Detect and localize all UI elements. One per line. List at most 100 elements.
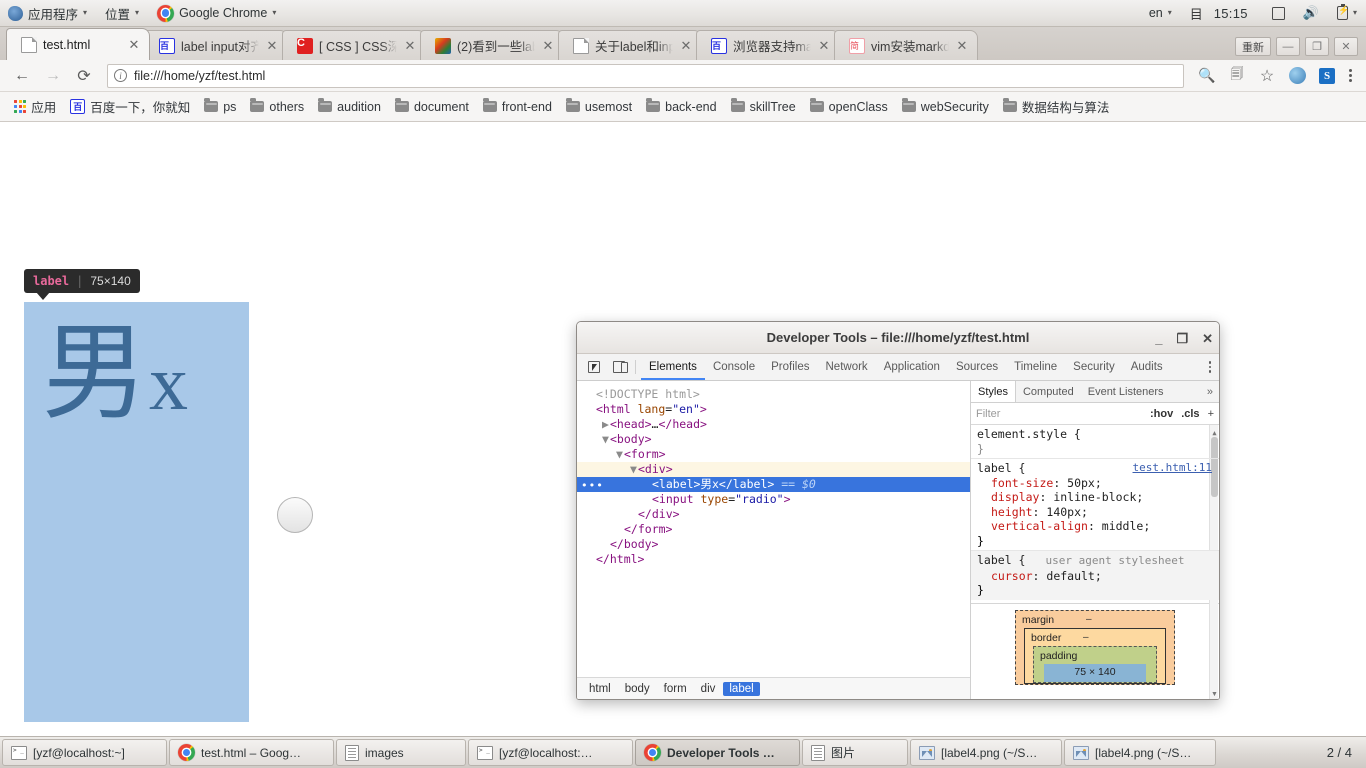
bookmark-item-11[interactable]: 数据结构与算法 [997, 94, 1116, 119]
reload-button[interactable]: ⟳ [70, 63, 98, 89]
css-rule-1[interactable]: label {test.html:11 font-size: 50px; displ… [971, 458, 1219, 550]
tab-close-icon[interactable]: ✕ [127, 38, 141, 51]
bookmark-item-9[interactable]: openClass [804, 97, 894, 117]
class-toggle[interactable]: .cls [1181, 408, 1199, 420]
browser-tab-1[interactable]: 百 label input对齐 ✕ [144, 30, 288, 60]
css-property[interactable]: cursor [991, 569, 1033, 583]
css-declaration-0[interactable]: cursor: default; [977, 569, 1213, 584]
taskbar-item-7[interactable]: [label4.png (~/S… [1064, 739, 1216, 766]
dom-node-1[interactable]: <html lang="en"> [577, 402, 970, 417]
css-declaration-0[interactable]: font-size: 50px; [977, 476, 1213, 491]
back-button[interactable]: ← [8, 63, 36, 89]
css-property[interactable]: font-size [991, 476, 1053, 490]
taskbar-item-5[interactable]: 图片 [802, 739, 908, 766]
devtools-tab-profiles[interactable]: Profiles [763, 354, 817, 380]
css-value[interactable]: : default; [1033, 569, 1102, 583]
dom-node-9[interactable]: </form> [577, 522, 970, 537]
devtools-tab-console[interactable]: Console [705, 354, 763, 380]
window-menu-chrome[interactable]: Google Chrome ▾ [148, 0, 285, 27]
address-bar[interactable]: i file:///home/yzf/test.html [107, 63, 1184, 88]
dom-node-0[interactable]: <!DOCTYPE html> [577, 387, 970, 402]
twisty-icon[interactable]: ▶ [601, 417, 610, 432]
css-property[interactable]: height [991, 505, 1033, 519]
box-model-scrollbar[interactable]: ▼ [1209, 603, 1218, 699]
box-model-margin[interactable]: margin – border – padding 75 × 140 [1015, 610, 1175, 685]
browser-tab-3[interactable]: (2)看到一些label ✕ [420, 30, 564, 60]
devtools-tab-network[interactable]: Network [818, 354, 876, 380]
dom-node-8[interactable]: </div> [577, 507, 970, 522]
breadcrumb-item-label[interactable]: label [723, 681, 760, 696]
taskbar-item-3[interactable]: [yzf@localhost:… [468, 739, 633, 766]
styles-rules-list[interactable]: ▲ element.style {} label {test.html:11 fon… [971, 425, 1219, 603]
breadcrumb-item-div[interactable]: div [695, 682, 722, 696]
tab-close-icon[interactable]: ✕ [403, 39, 417, 52]
styles-tab-computed[interactable]: Computed [1016, 381, 1081, 402]
styles-tab-styles[interactable]: Styles [970, 381, 1016, 402]
ime-indicator-button[interactable]: 重新 [1235, 37, 1271, 56]
zoom-icon[interactable]: 🔍 [1193, 63, 1221, 89]
css-value[interactable]: : 50px; [1053, 476, 1101, 490]
devtools-close-button[interactable]: ✕ [1202, 332, 1213, 345]
page-info-icon[interactable]: i [114, 69, 127, 82]
twisty-icon[interactable]: ▼ [629, 462, 638, 477]
inspect-element-icon[interactable] [581, 354, 606, 380]
styles-filter-input[interactable]: Filter [976, 408, 1000, 420]
dom-tree[interactable]: <!DOCTYPE html> <html lang="en"> ▶<head>…<… [577, 381, 970, 677]
css-selector[interactable]: label { [977, 553, 1025, 567]
bookmark-item-6[interactable]: usemost [560, 97, 638, 117]
dom-node-7[interactable]: <input type="radio"> [577, 492, 970, 507]
highlighted-label-element[interactable]: 男x [24, 302, 249, 722]
node-menu-icon[interactable]: ••• [581, 478, 604, 493]
tab-close-icon[interactable]: ✕ [541, 39, 555, 52]
maximize-button[interactable]: ❐ [1305, 37, 1329, 56]
volume-indicator[interactable]: 🔊 [1294, 0, 1328, 27]
calendar-clock[interactable]: 目 15:15 [1181, 0, 1263, 27]
css-value[interactable]: : middle; [1088, 519, 1150, 533]
bookmark-item-8[interactable]: skillTree [725, 97, 802, 117]
device-toolbar-icon[interactable] [606, 354, 631, 380]
css-property[interactable]: display [991, 490, 1039, 504]
css-selector[interactable]: label { [977, 461, 1025, 475]
css-declaration-1[interactable]: display: inline-block; [977, 490, 1213, 505]
chrome-menu-icon[interactable] [1343, 69, 1358, 82]
css-property[interactable]: vertical-align [991, 519, 1088, 533]
browser-tab-4[interactable]: 关于label和input ✕ [558, 30, 702, 60]
tab-close-icon[interactable]: ✕ [817, 39, 831, 52]
browser-tab-6[interactable]: 简 vim安装markdo ✕ [834, 30, 978, 60]
dom-node-3[interactable]: ▼<body> [577, 432, 970, 447]
scroll-down-arrow[interactable]: ▼ [1210, 691, 1219, 698]
dom-node-2[interactable]: ▶<head>…</head> [577, 417, 970, 432]
forward-button[interactable]: → [39, 63, 67, 89]
css-value[interactable]: : inline-block; [1039, 490, 1143, 504]
css-declaration-2[interactable]: height: 140px; [977, 505, 1213, 520]
tab-close-icon[interactable]: ✕ [265, 39, 279, 52]
bookmark-item-2[interactable]: others [244, 97, 310, 117]
taskbar-item-0[interactable]: [yzf@localhost:~] [2, 739, 167, 766]
bookmark-item-4[interactable]: document [389, 97, 475, 117]
bookmark-item-10[interactable]: webSecurity [896, 97, 995, 117]
breadcrumb-item-html[interactable]: html [583, 682, 617, 696]
box-model-border-value[interactable]: – [1083, 632, 1089, 643]
styles-tab-event-listeners[interactable]: Event Listeners [1081, 381, 1171, 402]
box-model-margin-value[interactable]: – [1086, 614, 1092, 625]
dom-node-4[interactable]: ▼<form> [577, 447, 970, 462]
hover-state-toggle[interactable]: :hov [1150, 408, 1173, 420]
bookmark-star-icon[interactable]: ☆ [1253, 63, 1281, 89]
minimize-button[interactable]: — [1276, 37, 1300, 56]
new-style-rule-button[interactable]: + [1208, 408, 1214, 420]
devtools-tab-sources[interactable]: Sources [948, 354, 1006, 380]
styles-more-icon[interactable]: » [1201, 381, 1219, 402]
dom-node-11[interactable]: </html> [577, 552, 970, 567]
bookmark-item-1[interactable]: ps [198, 97, 242, 117]
box-model-padding[interactable]: padding 75 × 140 [1033, 646, 1157, 683]
taskbar-item-6[interactable]: [label4.png (~/S… [910, 739, 1062, 766]
css-source-link[interactable]: test.html:11 [1133, 461, 1212, 476]
taskbar-item-1[interactable]: test.html – Goog… [169, 739, 334, 766]
devtools-maximize-button[interactable]: ❐ [1176, 332, 1188, 345]
extension-icon-2[interactable]: S [1313, 63, 1341, 89]
battery-indicator[interactable]: ▾ [1328, 0, 1366, 27]
css-selector[interactable]: element.style { [977, 427, 1081, 441]
devtools-tab-application[interactable]: Application [876, 354, 948, 380]
bookmark-item-3[interactable]: audition [312, 97, 387, 117]
devtools-tab-elements[interactable]: Elements [641, 354, 705, 380]
